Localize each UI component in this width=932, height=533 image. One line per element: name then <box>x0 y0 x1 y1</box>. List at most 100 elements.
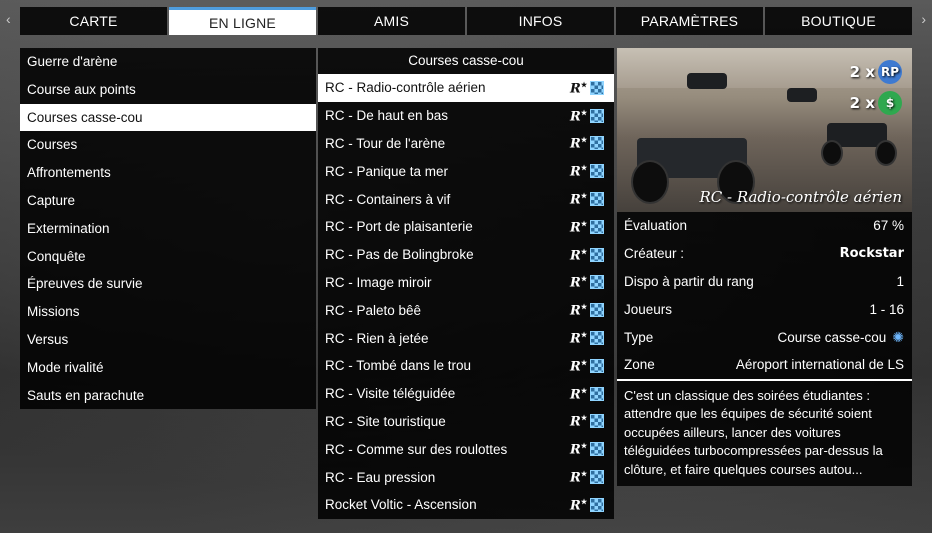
race-flag-icon <box>590 414 604 429</box>
type-row: Type Course casse-cou ✺ <box>617 323 912 351</box>
job-item[interactable]: RC - Rien à jetée R★ <box>318 324 614 352</box>
job-item-label: RC - De haut en bas <box>325 108 449 124</box>
job-item[interactable]: RC - Panique ta mer R★ <box>318 157 614 186</box>
rockstar-verified-icon: R★ <box>570 190 588 208</box>
rockstar-verified-icon: R★ <box>570 468 588 486</box>
job-item[interactable]: RC - De haut en bas R★ <box>318 101 614 130</box>
job-item[interactable]: Rocket Voltic - Ascension R★ <box>318 490 614 519</box>
job-item-icons: R★ <box>570 386 604 402</box>
job-item-icons: R★ <box>570 441 604 457</box>
job-item-icons: R★ <box>570 274 604 291</box>
race-flag-icon <box>590 303 604 318</box>
tab-boutique[interactable]: BOUTIQUE <box>765 7 912 35</box>
category-item[interactable]: Guerre d'arène <box>20 48 316 76</box>
category-item[interactable]: Versus <box>20 325 316 354</box>
race-flag-icon <box>590 358 604 373</box>
job-item[interactable]: RC - Site touristique R★ <box>318 407 614 436</box>
creator-row: Créateur : Rockstar <box>617 239 912 268</box>
job-item-label: RC - Panique ta mer <box>325 163 449 179</box>
cash-bonus-badge: 2 x $ <box>850 91 902 115</box>
job-item-icons: R★ <box>570 108 604 124</box>
job-item-icons: R★ <box>570 191 604 207</box>
job-description: C'est un classique des soirées étudiante… <box>617 378 912 486</box>
category-item[interactable]: Extermination <box>20 214 316 243</box>
category-item[interactable]: Épreuves de survie <box>20 270 316 299</box>
rockstar-verified-icon: R★ <box>570 441 588 458</box>
tab-en-ligne[interactable]: EN LIGNE <box>169 7 316 35</box>
job-item-icons: R★ <box>570 219 604 235</box>
race-flag-icon <box>590 331 604 346</box>
tab-amis[interactable]: AMIS <box>318 7 465 35</box>
job-item[interactable]: RC - Eau pression R★ <box>318 463 614 491</box>
race-flag-icon <box>590 470 604 485</box>
race-flag-icon <box>590 386 604 401</box>
job-item-icons: R★ <box>570 358 604 374</box>
job-item[interactable]: RC - Visite téléguidée R★ <box>318 379 614 408</box>
rockstar-verified-icon: R★ <box>570 107 588 124</box>
job-item[interactable]: RC - Paleto bêê R★ <box>318 296 614 325</box>
job-item-label: RC - Radio-contrôle aérien <box>325 80 486 96</box>
job-item[interactable]: RC - Containers à vif R★ <box>318 185 614 213</box>
rockstar-verified-icon: R★ <box>570 135 588 152</box>
job-list-header: Courses casse-cou <box>318 48 614 74</box>
rating-row: Évaluation 67 % <box>617 212 912 240</box>
job-item-label: RC - Pas de Bolingbroke <box>325 247 474 263</box>
category-item[interactable]: Capture <box>20 186 316 215</box>
job-item-label: RC - Eau pression <box>325 469 436 485</box>
rockstar-verified-icon: R★ <box>570 163 588 180</box>
rockstar-verified-icon: R★ <box>570 385 588 402</box>
rockstar-verified-icon: R★ <box>570 246 588 263</box>
next-tab-arrow-icon[interactable]: › <box>921 11 926 27</box>
job-item-label: RC - Visite téléguidée <box>325 386 456 402</box>
job-item[interactable]: RC - Tombé dans le trou R★ <box>318 351 614 380</box>
race-flag-icon <box>590 164 604 179</box>
rockstar-verified-icon: R★ <box>570 413 588 430</box>
job-item-icons: R★ <box>570 302 604 318</box>
category-item[interactable]: Affrontements <box>20 159 316 187</box>
job-item[interactable]: RC - Image miroir R★ <box>318 268 614 297</box>
job-item-label: RC - Containers à vif <box>325 191 451 207</box>
race-flag-icon <box>590 275 604 290</box>
job-item-selected[interactable]: RC - Radio-contrôle aérien R★ <box>318 74 614 102</box>
job-item-label: RC - Tour de l'arène <box>325 135 446 151</box>
category-item[interactable]: Sauts en parachute <box>20 381 316 410</box>
prev-tab-arrow-icon[interactable]: ‹ <box>6 11 11 27</box>
category-item[interactable]: Course aux points <box>20 75 316 104</box>
category-item[interactable]: Missions <box>20 298 316 326</box>
job-item-icons: R★ <box>570 135 604 152</box>
job-details-panel: 2 x RP 2 x $ RC - Radio-contrôle aérien … <box>617 48 912 486</box>
race-flag-icon <box>590 192 604 207</box>
job-item-label: RC - Rien à jetée <box>325 330 429 346</box>
stunt-race-icon: ✺ <box>892 328 904 345</box>
rank-row: Dispo à partir du rang 1 <box>617 267 912 296</box>
category-item[interactable]: Mode rivalité <box>20 353 316 382</box>
rp-icon: RP <box>878 60 902 84</box>
job-item-label: RC - Port de plaisanterie <box>325 219 473 235</box>
tab-carte[interactable]: CARTE <box>20 7 167 35</box>
rp-bonus-badge: 2 x RP <box>850 60 902 84</box>
tab-infos[interactable]: INFOS <box>467 7 614 35</box>
category-item-selected[interactable]: Courses casse-cou <box>20 103 316 132</box>
job-item-label: RC - Tombé dans le trou <box>325 358 472 374</box>
tab-parametres[interactable]: PARAMÈTRES <box>616 7 763 35</box>
rockstar-verified-icon: R★ <box>570 496 588 514</box>
job-item-icons: R★ <box>570 413 604 430</box>
dollar-icon: $ <box>878 91 902 115</box>
job-item-icons: R★ <box>570 80 604 96</box>
job-item-icons: R★ <box>570 497 604 513</box>
category-item[interactable]: Conquête <box>20 242 316 271</box>
rockstar-verified-icon: R★ <box>570 274 588 291</box>
race-flag-icon <box>590 247 604 262</box>
job-item-label: RC - Comme sur des roulottes <box>325 441 508 457</box>
job-item-label: RC - Image miroir <box>325 274 432 290</box>
job-preview-image: 2 x RP 2 x $ RC - Radio-contrôle aérien <box>617 48 912 212</box>
job-item-label: RC - Site touristique <box>325 413 446 429</box>
category-item[interactable]: Courses <box>20 131 316 160</box>
job-item[interactable]: RC - Pas de Bolingbroke R★ <box>318 240 614 269</box>
job-item[interactable]: RC - Comme sur des roulottes R★ <box>318 435 614 464</box>
rockstar-verified-icon: R★ <box>570 329 588 347</box>
job-item[interactable]: RC - Port de plaisanterie R★ <box>318 212 614 241</box>
job-item[interactable]: RC - Tour de l'arène R★ <box>318 129 614 158</box>
zone-row: Zone Aéroport international de LS <box>617 350 912 379</box>
preview-title: RC - Radio-contrôle aérien <box>699 188 902 206</box>
